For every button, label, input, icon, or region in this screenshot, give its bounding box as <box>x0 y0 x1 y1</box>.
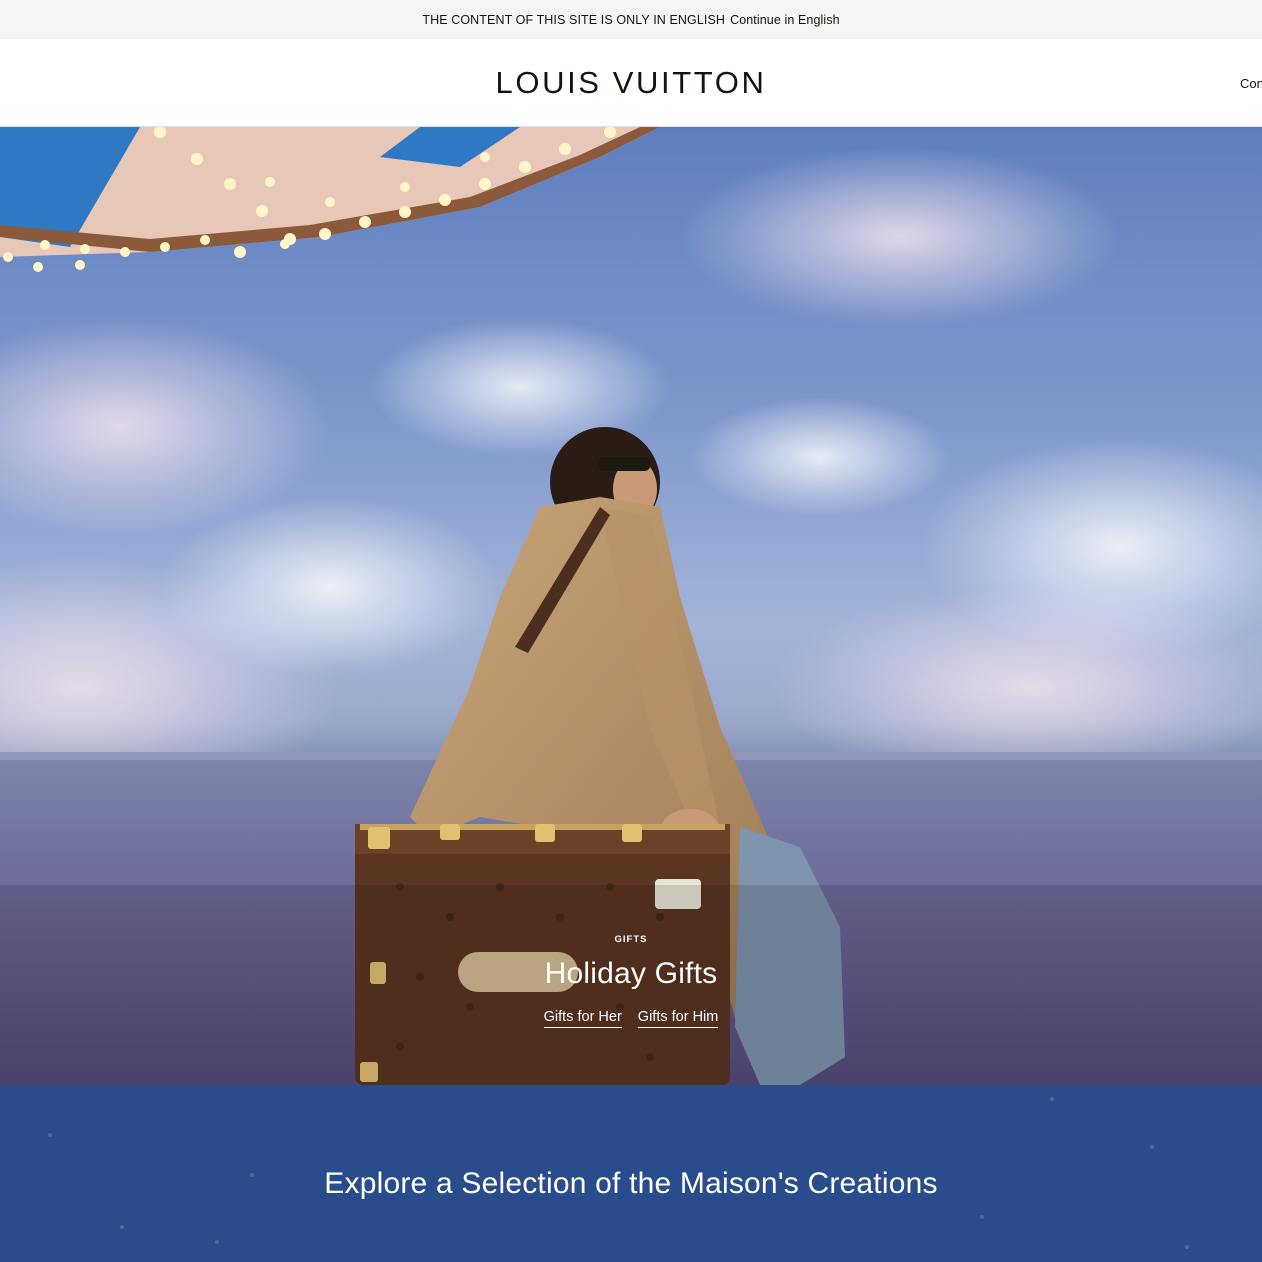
gifts-for-him-link[interactable]: Gifts for Him <box>637 1009 719 1028</box>
language-message: THE CONTENT OF THIS SITE IS ONLY IN ENGL… <box>422 12 726 27</box>
brand-logo[interactable]: LOUIS VUITTON <box>0 65 1262 101</box>
hero-caption: GIFTS Holiday Gifts Gifts for Her Gifts … <box>0 934 1262 1028</box>
hero-links: Gifts for Her Gifts for Him <box>0 1009 1262 1028</box>
snow-dot <box>1050 1097 1054 1101</box>
explore-section: Explore a Selection of the Maison's Crea… <box>0 1085 1262 1262</box>
snow-dot <box>215 1240 219 1244</box>
hero-banner[interactable]: GIFTS Holiday Gifts Gifts for Her Gifts … <box>0 127 1262 1085</box>
language-banner: THE CONTENT OF THIS SITE IS ONLY IN ENGL… <box>0 0 1262 39</box>
snow-dot <box>48 1133 52 1137</box>
contact-link[interactable]: Contact Us <box>1240 76 1262 91</box>
hero-eyebrow: GIFTS <box>614 934 648 945</box>
site-header: LOUIS VUITTON Contact Us <box>0 39 1262 127</box>
hero-title[interactable]: Holiday Gifts <box>0 957 1262 991</box>
gifts-for-her-link[interactable]: Gifts for Her <box>543 1009 622 1028</box>
continue-in-english-link[interactable]: Continue in English <box>730 13 840 27</box>
snow-dot <box>120 1225 124 1229</box>
snow-dot <box>1185 1245 1189 1249</box>
snow-dot <box>980 1215 984 1219</box>
explore-title: Explore a Selection of the Maison's Crea… <box>324 1167 938 1200</box>
snow-dot <box>1150 1145 1154 1149</box>
